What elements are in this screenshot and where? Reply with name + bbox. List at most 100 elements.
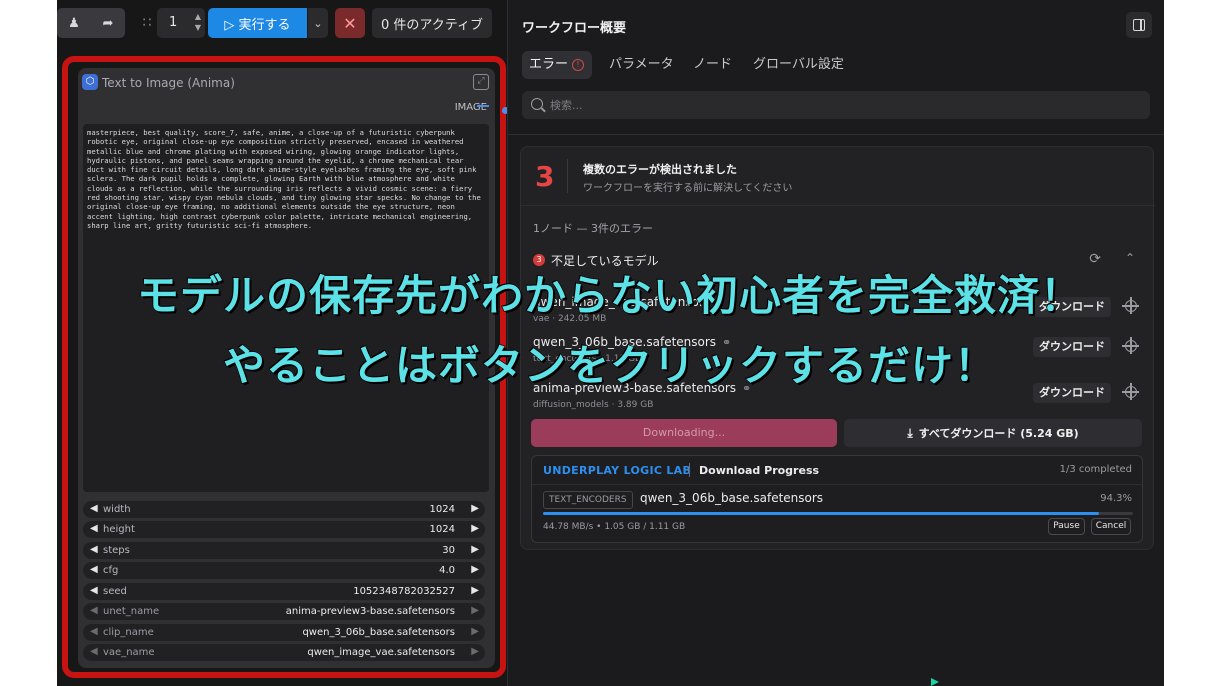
error-count: 3 bbox=[535, 160, 555, 193]
clip-name-combo[interactable]: ◀ clip_name qwen_3_06b_base.safetensors … bbox=[83, 624, 485, 641]
widget-value[interactable]: 30 bbox=[442, 545, 455, 556]
increment-icon[interactable]: ▶ bbox=[471, 564, 479, 575]
error-subtext: ワークフローを実行する前に解決してください bbox=[583, 183, 793, 194]
overlay-caption-line-1: モデルの保存先がわからない初心者を完全救済！ bbox=[136, 270, 1083, 320]
panel-title: ワークフロー概要 bbox=[522, 21, 627, 36]
progress-bar bbox=[543, 512, 1133, 515]
run-options-chevron-icon[interactable]: ⌄ bbox=[308, 8, 328, 38]
node-type-icon: ⬡ bbox=[82, 74, 98, 90]
divider bbox=[567, 159, 568, 193]
next-option-icon[interactable]: ▶ bbox=[471, 605, 479, 616]
widget-label: vae_name bbox=[103, 647, 155, 658]
widget-value[interactable]: 4.0 bbox=[439, 565, 455, 576]
run-button[interactable]: ▷ 実行する bbox=[208, 8, 307, 38]
vae-name-combo[interactable]: ◀ vae_name qwen_image_vae.safetensors ▶ bbox=[83, 644, 485, 661]
category-tag: TEXT_ENCODERS bbox=[543, 491, 633, 509]
increment-icon[interactable]: ▶ bbox=[471, 544, 479, 555]
decrement-icon[interactable]: ◀ bbox=[90, 523, 98, 534]
tab-parameters[interactable]: パラメータ bbox=[602, 51, 681, 79]
brand-label: UNDERPLAY LOGIC LAB bbox=[543, 464, 692, 477]
prev-option-icon[interactable]: ◀ bbox=[90, 646, 98, 657]
drag-handle-icon[interactable]: ∷ bbox=[139, 8, 153, 38]
download-all-label: すべてダウンロード (5.24 GB) bbox=[918, 427, 1079, 440]
widget-label: unet_name bbox=[103, 606, 160, 617]
batch-count-stepper[interactable]: 1 ▲ ▼ bbox=[157, 8, 205, 38]
prev-option-icon[interactable]: ◀ bbox=[90, 605, 98, 616]
widget-value[interactable]: 1024 bbox=[430, 524, 455, 535]
next-option-icon[interactable]: ▶ bbox=[471, 626, 479, 637]
height-widget[interactable]: ◀ height 1024 ▶ bbox=[83, 521, 485, 538]
tab-errors[interactable]: エラー! bbox=[522, 51, 592, 79]
node-title: Text to Image (Anima) bbox=[102, 76, 235, 90]
download-icon: ⤓ bbox=[907, 426, 913, 440]
divider bbox=[532, 484, 1142, 485]
tab-label: エラー bbox=[529, 57, 569, 72]
prev-option-icon[interactable]: ◀ bbox=[90, 626, 98, 637]
queue-toolbar: ♟ ➦ ∷ 1 ▲ ▼ ▷ 実行する ⌄ ✕ 0 件のアクティブ bbox=[57, 8, 507, 42]
widget-value[interactable]: 1024 bbox=[430, 504, 455, 515]
steps-widget[interactable]: ◀ steps 30 ▶ bbox=[83, 542, 485, 559]
widget-value[interactable]: qwen_3_06b_base.safetensors bbox=[302, 627, 455, 638]
increment-icon[interactable]: ▶ bbox=[471, 585, 479, 596]
progress-bar-fill bbox=[543, 512, 1100, 515]
cfg-widget[interactable]: ◀ cfg 4.0 ▶ bbox=[83, 562, 485, 579]
divider bbox=[508, 134, 1164, 135]
batch-count-value[interactable]: 1 bbox=[169, 15, 177, 30]
widget-label: height bbox=[103, 524, 135, 535]
canvas-tools: ♟ ➦ bbox=[57, 8, 125, 38]
download-speed: 44.78 MB/s • 1.05 GB / 1.11 GB bbox=[543, 522, 686, 532]
error-heading: 複数のエラーが検出されました bbox=[583, 163, 737, 176]
progress-percent: 94.3% bbox=[1100, 493, 1132, 504]
toggle-panel-button[interactable] bbox=[1126, 12, 1152, 38]
panel-layout-icon bbox=[1133, 19, 1145, 31]
decrement-icon[interactable]: ◀ bbox=[90, 585, 98, 596]
active-jobs-button[interactable]: 0 件のアクティブ bbox=[372, 8, 492, 38]
widget-label: cfg bbox=[103, 565, 119, 576]
error-alert-icon: ! bbox=[572, 58, 585, 71]
widget-value[interactable]: 1052348782032527 bbox=[353, 586, 455, 597]
panel-tabs: エラー! パラメータ ノード グローバル設定 bbox=[522, 51, 1022, 79]
node-header[interactable]: ⬡ Text to Image (Anima) ⤢ bbox=[78, 68, 495, 100]
output-wire bbox=[477, 105, 489, 107]
download-progress-card: UNDERPLAY LOGIC LAB Download Progress 1/… bbox=[531, 455, 1143, 543]
next-option-icon[interactable]: ▶ bbox=[471, 646, 479, 657]
model-meta: diffusion_models · 3.89 GB bbox=[533, 400, 654, 410]
decrement-icon[interactable]: ◀ bbox=[90, 564, 98, 575]
divider bbox=[521, 205, 1155, 206]
graph-tool-icon[interactable]: ♟ bbox=[57, 16, 91, 31]
widget-value[interactable]: anima-preview3-base.safetensors bbox=[286, 606, 455, 617]
unet-name-combo[interactable]: ◀ unet_name anima-preview3-base.safetens… bbox=[83, 603, 485, 620]
downloading-button[interactable]: Downloading... bbox=[531, 419, 837, 447]
decrement-icon[interactable]: ◀ bbox=[90, 544, 98, 555]
search-box[interactable] bbox=[522, 91, 1150, 119]
tab-nodes[interactable]: ノード bbox=[686, 51, 739, 79]
cursor-icon bbox=[931, 678, 939, 686]
completed-count: 1/3 completed bbox=[1059, 464, 1132, 475]
widget-label: clip_name bbox=[103, 627, 154, 638]
seed-widget[interactable]: ◀ seed 1052348782032527 ▶ bbox=[83, 583, 485, 600]
stepper-arrows-icon[interactable]: ▲ ▼ bbox=[195, 11, 201, 33]
output-label: IMAGE bbox=[454, 102, 487, 113]
increment-icon[interactable]: ▶ bbox=[471, 503, 479, 514]
search-input[interactable] bbox=[550, 95, 1130, 115]
widget-label: seed bbox=[103, 586, 127, 597]
share-icon[interactable]: ➦ bbox=[91, 16, 125, 31]
error-summary: 1ノード — 3件のエラー bbox=[533, 222, 653, 235]
increment-icon[interactable]: ▶ bbox=[471, 523, 479, 534]
expand-icon[interactable]: ⤢ bbox=[473, 74, 489, 90]
progress-title: Download Progress bbox=[699, 464, 820, 477]
cancel-download-button[interactable]: Cancel bbox=[1091, 518, 1131, 535]
prompt-text[interactable]: masterpiece, best quality, score_7, safe… bbox=[87, 128, 485, 230]
search-icon bbox=[531, 98, 543, 110]
overlay-caption-line-2: やることはボタンをクリックするだけ！ bbox=[222, 340, 997, 390]
widget-value[interactable]: qwen_image_vae.safetensors bbox=[307, 647, 455, 658]
downloading-file-name: qwen_3_06b_base.safetensors bbox=[640, 491, 824, 505]
pause-button[interactable]: Pause bbox=[1048, 518, 1085, 535]
cancel-run-button[interactable]: ✕ bbox=[335, 8, 365, 38]
width-widget[interactable]: ◀ width 1024 ▶ bbox=[83, 501, 485, 518]
download-all-button[interactable]: ⤓ すべてダウンロード (5.24 GB) bbox=[844, 419, 1142, 447]
widget-label: width bbox=[103, 504, 131, 515]
tab-global-settings[interactable]: グローバル設定 bbox=[746, 51, 851, 79]
divider bbox=[689, 463, 690, 477]
decrement-icon[interactable]: ◀ bbox=[90, 503, 98, 514]
